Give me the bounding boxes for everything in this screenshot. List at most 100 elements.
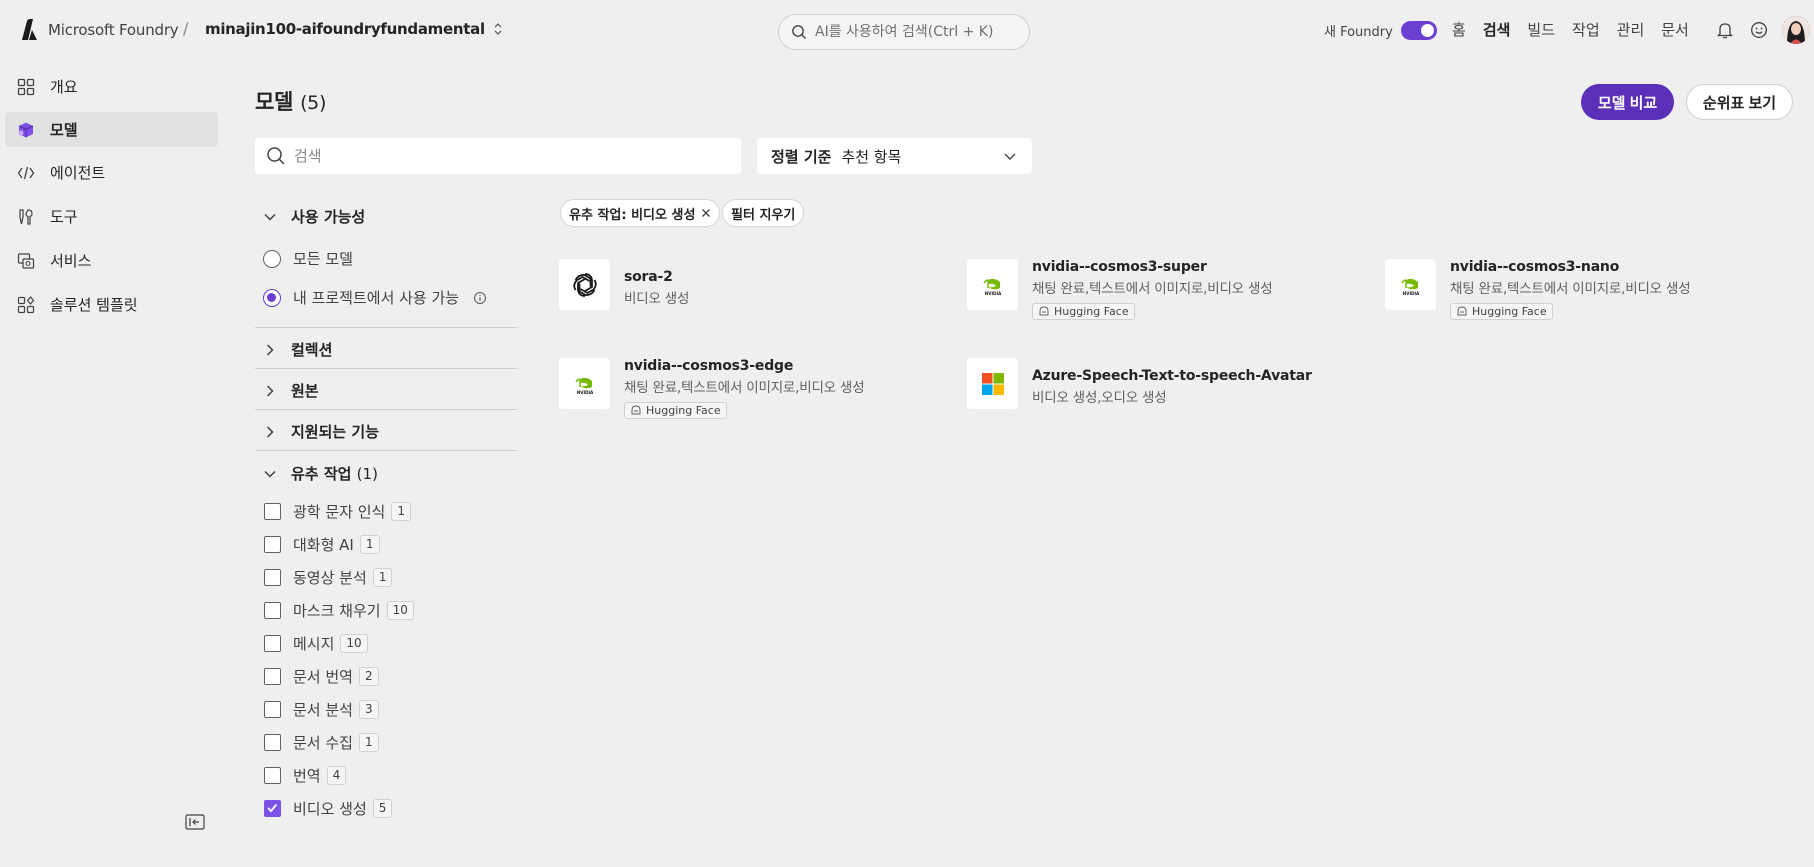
brand[interactable]: Microsoft Foundry: [18, 18, 179, 42]
model-card[interactable]: NVIDIA nvidia--cosmos3-super 채팅 완료,텍스트에서 이…: [967, 259, 1273, 321]
sidebar-item-tools[interactable]: 도구: [5, 199, 218, 234]
grid-icon: [16, 77, 36, 97]
model-card[interactable]: NVIDIA nvidia--cosmos3-edge 채팅 완료,텍스트에서 이미…: [559, 358, 865, 420]
foundry-logo-icon: [22, 19, 37, 40]
radio-button[interactable]: [263, 249, 281, 268]
close-icon[interactable]: [701, 208, 711, 218]
model-card[interactable]: NVIDIA nvidia--cosmos3-nano 채팅 완료,텍스트에서 이미…: [1385, 259, 1691, 321]
model-name: Azure-Speech-Text-to-speech-Avatar: [1032, 368, 1312, 384]
top-nav-item[interactable]: 검색: [1483, 19, 1511, 40]
checkbox[interactable]: [264, 767, 281, 784]
project-selector[interactable]: minajin100-aifoundryfundamental: [205, 20, 503, 38]
radio-button[interactable]: [263, 288, 281, 307]
inference-task-option[interactable]: 문서 분석 3: [264, 699, 379, 720]
source-tag: Hugging Face: [624, 402, 727, 419]
model-name: nvidia--cosmos3-nano: [1450, 259, 1620, 275]
filter-section-source[interactable]: 원본: [263, 380, 319, 401]
inference-task-option[interactable]: 번역 4: [264, 765, 347, 786]
inference-task-option[interactable]: 메시지 10: [264, 633, 368, 654]
radio-all-models[interactable]: 모든 모델: [263, 248, 353, 269]
checkbox[interactable]: [264, 635, 281, 652]
sidebar-item-label: 도구: [50, 208, 78, 226]
inference-task-option[interactable]: 동영상 분석 1: [264, 567, 393, 588]
filter-section-title: 유추 작업 (1): [291, 463, 378, 484]
search-icon: [267, 147, 285, 165]
filter-section-availability[interactable]: 사용 가능성: [263, 206, 365, 227]
hugging-face-icon: [1039, 306, 1049, 316]
brand-name: Microsoft Foundry: [48, 21, 179, 39]
top-nav-item[interactable]: 문서: [1661, 19, 1689, 40]
global-search[interactable]: [778, 14, 1030, 50]
page-title-text: 모델: [255, 90, 294, 114]
bell-icon[interactable]: [1714, 19, 1736, 41]
top-nav-item[interactable]: 관리: [1617, 19, 1645, 40]
sidebar-item-models[interactable]: 모델: [5, 112, 218, 147]
nvidia-icon: NVIDIA: [1385, 259, 1436, 310]
checkbox[interactable]: [264, 536, 281, 553]
divider: [255, 409, 517, 410]
count-badge: 10: [386, 601, 414, 620]
checkbox-label: 번역: [293, 767, 321, 785]
collapse-sidebar-icon[interactable]: [185, 814, 205, 834]
checkbox[interactable]: [264, 668, 281, 685]
model-card-body: nvidia--cosmos3-nano 채팅 완료,텍스트에서 이미지로,비디오…: [1450, 259, 1691, 321]
inference-task-option[interactable]: 문서 번역 2: [264, 666, 379, 687]
inference-task-option[interactable]: 비디오 생성 5: [264, 798, 393, 819]
top-icons: [1714, 16, 1810, 44]
checkbox-label: 비디오 생성: [293, 800, 367, 818]
global-search-input[interactable]: [815, 24, 1015, 40]
model-card[interactable]: sora-2 비디오 생성: [559, 259, 689, 310]
checkbox-label: 광학 문자 인식: [293, 503, 386, 521]
checkbox[interactable]: [264, 602, 281, 619]
top-nav-item[interactable]: 빌드: [1527, 19, 1555, 40]
svg-text:NVIDIA: NVIDIA: [576, 390, 593, 395]
svg-text:NVIDIA: NVIDIA: [984, 291, 1001, 296]
sidebar-item-agents[interactable]: 에이전트: [5, 155, 218, 190]
inference-task-option[interactable]: 마스크 채우기 10: [264, 600, 414, 621]
filter-section-capabilities[interactable]: 지원되는 기능: [263, 421, 379, 442]
count-badge: 1: [358, 733, 379, 752]
project-name: minajin100-aifoundryfundamental: [205, 20, 485, 38]
top-nav-item[interactable]: 홈: [1452, 19, 1466, 40]
clear-filters-button[interactable]: 필터 지우기: [722, 199, 805, 227]
model-card[interactable]: Azure-Speech-Text-to-speech-Avatar 비디오 생성…: [967, 358, 1312, 409]
filter-section-inference-tasks[interactable]: 유추 작업 (1): [263, 463, 378, 484]
inference-task-option[interactable]: 문서 수집 1: [264, 732, 379, 753]
divider: [255, 368, 517, 369]
smiley-icon[interactable]: [1748, 19, 1770, 41]
inference-task-option[interactable]: 대화형 AI 1: [264, 534, 380, 555]
hugging-face-icon: [631, 405, 641, 415]
count-badge: 5: [372, 799, 393, 818]
sort-dropdown[interactable]: 정렬 기준 추천 항목: [757, 138, 1032, 174]
view-leaderboard-button[interactable]: 순위표 보기: [1686, 84, 1793, 120]
checkbox[interactable]: [264, 569, 281, 586]
checkbox[interactable]: [264, 701, 281, 718]
new-foundry-toggle[interactable]: [1400, 21, 1437, 40]
checkbox[interactable]: [264, 800, 281, 817]
model-search-input[interactable]: [294, 147, 714, 165]
sidebar-item-services[interactable]: 서비스: [5, 243, 218, 278]
chevron-down-icon: [264, 470, 276, 478]
compare-models-button[interactable]: 모델 비교: [1581, 84, 1674, 120]
checkbox[interactable]: [264, 503, 281, 520]
nvidia-icon: NVIDIA: [559, 358, 610, 409]
model-search[interactable]: [255, 138, 741, 174]
model-tasks: 채팅 완료,텍스트에서 이미지로,비디오 생성: [1450, 281, 1691, 297]
info-icon[interactable]: [473, 291, 487, 305]
active-filter-chip[interactable]: 유추 작업: 비디오 생성: [560, 199, 721, 227]
sidebar-item-solution-templates[interactable]: 솔루션 템플릿: [5, 287, 218, 322]
model-tasks: 비디오 생성,오디오 생성: [1032, 390, 1167, 406]
breadcrumb-separator: /: [183, 19, 189, 38]
sidebar-item-label: 에이전트: [50, 164, 106, 182]
filter-section-collections[interactable]: 컬렉션: [263, 339, 332, 360]
checkbox[interactable]: [264, 734, 281, 751]
top-nav-item[interactable]: 작업: [1572, 19, 1600, 40]
inference-task-option[interactable]: 광학 문자 인식 1: [264, 501, 411, 522]
avatar[interactable]: [1782, 16, 1810, 44]
sidebar-item-label: 개요: [50, 78, 78, 96]
radio-available-in-project[interactable]: 내 프로젝트에서 사용 가능: [263, 287, 487, 308]
model-tasks: 비디오 생성: [624, 291, 690, 307]
sidebar-item-overview[interactable]: 개요: [5, 69, 218, 104]
count-badge: 1: [372, 568, 393, 587]
model-tasks: 채팅 완료,텍스트에서 이미지로,비디오 생성: [1032, 281, 1273, 297]
